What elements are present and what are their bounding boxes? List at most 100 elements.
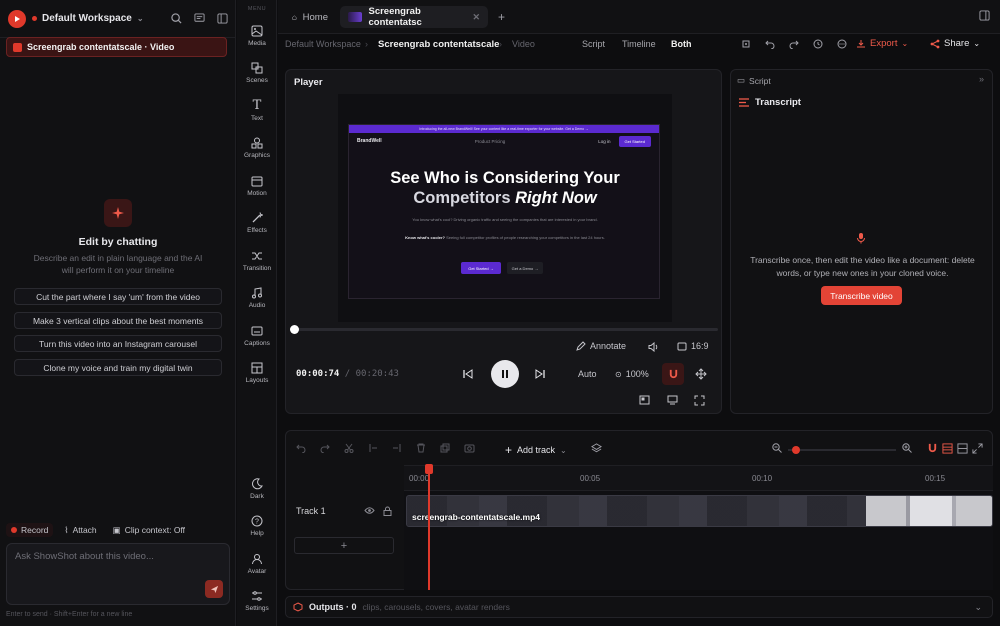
tab-home[interactable]: Home — [284, 6, 336, 28]
share-label: Share — [944, 38, 970, 49]
aspect-ratio-button[interactable]: 16:9 — [677, 341, 709, 351]
tab-current-project[interactable]: Screengrab contentatsc ✕ — [340, 6, 488, 28]
chevron-down-icon[interactable]: ⌄ — [974, 602, 982, 613]
rail-item-transition[interactable]: Transition — [237, 250, 277, 272]
new-tab-plus-icon[interactable]: + — [498, 10, 505, 24]
suggestion-chip[interactable]: Clone my voice and train my digital twin — [14, 359, 222, 376]
pause-button[interactable] — [491, 360, 519, 388]
breadcrumb-workspace[interactable]: Default Workspace — [285, 39, 361, 49]
sidebar-toggle-icon[interactable] — [979, 10, 990, 24]
crop-icon[interactable] — [741, 39, 751, 52]
rail-item-layouts[interactable]: Layouts — [237, 362, 277, 384]
playhead[interactable] — [428, 465, 430, 590]
workspace-switcher[interactable]: Default Workspace ⌄ — [32, 13, 144, 24]
clip-thumbnails-light — [866, 496, 992, 526]
quality-select[interactable]: Auto — [578, 369, 597, 379]
attach-label: Attach — [72, 525, 97, 535]
scrubber-handle[interactable] — [290, 325, 299, 334]
zoom-control[interactable]: ⊙ 100% — [615, 369, 649, 379]
eye-icon[interactable] — [364, 506, 375, 519]
split-right-icon[interactable] — [392, 443, 402, 456]
rail-item-avatar[interactable]: Avatar — [237, 553, 277, 575]
video-preview[interactable]: Introducing the all-new BrandWell! See y… — [338, 94, 672, 322]
trash-icon[interactable] — [416, 443, 426, 456]
mode-both[interactable]: Both — [671, 39, 692, 49]
close-icon[interactable]: ✕ — [472, 12, 480, 23]
undo-icon[interactable] — [765, 39, 775, 52]
layout-picture-icon[interactable] — [639, 395, 650, 405]
chat-input[interactable]: Ask ShowShot about this video... — [6, 543, 230, 605]
suggestion-chip[interactable]: Make 3 vertical clips about the best mom… — [14, 312, 222, 329]
project-title[interactable]: Screengrab contentatscale — [378, 39, 499, 50]
record-button[interactable]: Record — [6, 523, 54, 537]
more-icon[interactable] — [837, 39, 847, 52]
magnet-icon[interactable] — [927, 443, 938, 457]
preview-brand: BrandWell — [357, 138, 382, 144]
attach-button[interactable]: ⌇ Attach — [59, 523, 101, 538]
rail-item-dark[interactable]: Dark — [237, 478, 277, 500]
panel-collapse-icon[interactable] — [217, 13, 228, 24]
preview-nav: BrandWell Product Pricing Log in Get Sta… — [349, 133, 659, 149]
scissors-icon[interactable] — [344, 443, 354, 456]
magnet-snap-button[interactable] — [662, 363, 684, 385]
rail-item-help[interactable]: ? Help — [237, 515, 277, 537]
lock-icon[interactable] — [383, 506, 392, 519]
playback-scrubber[interactable] — [290, 325, 718, 334]
preview-hero-line2: Competitors Right Now — [349, 189, 659, 208]
rows-icon[interactable] — [942, 443, 953, 457]
undo-icon[interactable] — [296, 443, 306, 456]
rail-item-motion[interactable]: Motion — [237, 175, 277, 197]
rail-item-effects[interactable]: Effects — [237, 212, 277, 234]
rail-item-graphics[interactable]: Graphics — [237, 137, 277, 159]
suggestion-chip[interactable]: Cut the part where I say 'um' from the v… — [14, 288, 222, 305]
video-clip[interactable]: screengrab-contentatscale.mp4 — [406, 495, 993, 527]
suggestion-chip[interactable]: Turn this video into an Instagram carous… — [14, 335, 222, 352]
redo-icon[interactable] — [320, 443, 330, 456]
rail-item-text[interactable]: T Text — [237, 99, 277, 122]
timeline-ruler[interactable]: 00:00 00:05 00:10 00:15 — [404, 465, 993, 491]
camera-icon[interactable] — [464, 443, 475, 456]
duplicate-icon[interactable] — [440, 443, 450, 456]
add-track-button[interactable]: + Add track ⌄ — [505, 443, 567, 457]
rail-item-media[interactable]: Media — [237, 25, 277, 47]
image-icon — [251, 25, 263, 37]
share-button[interactable]: Share ⌄ — [930, 38, 980, 49]
transcribe-video-button[interactable]: Transcribe video — [821, 286, 902, 305]
skip-back-icon[interactable] — [462, 368, 474, 380]
expand-icon[interactable] — [972, 443, 983, 457]
collapse-panel-icon[interactable]: » — [979, 74, 984, 84]
zoom-slider[interactable] — [788, 445, 896, 454]
redo-icon[interactable] — [789, 39, 799, 52]
rail-item-settings[interactable]: Settings — [237, 590, 277, 612]
skip-forward-icon[interactable] — [534, 368, 546, 380]
rail-label: Avatar — [247, 568, 267, 575]
mode-script[interactable]: Script — [582, 39, 605, 49]
history-icon[interactable] — [813, 39, 823, 52]
annotate-button[interactable]: Annotate — [576, 341, 626, 351]
timeline-zoom[interactable] — [772, 443, 912, 456]
split-left-icon[interactable] — [368, 443, 378, 456]
track-lane[interactable]: screengrab-contentatscale.mp4 — [404, 491, 993, 590]
rail-item-captions[interactable]: Captions — [237, 325, 277, 347]
split-view-icon[interactable] — [957, 443, 968, 457]
add-track-row-button[interactable]: + — [294, 537, 394, 554]
chat-list-icon[interactable] — [194, 13, 205, 24]
volume-icon[interactable] — [648, 342, 659, 352]
zoom-out-icon[interactable] — [772, 443, 782, 456]
rail-item-scenes[interactable]: Scenes — [237, 62, 277, 84]
send-button[interactable] — [205, 580, 223, 598]
export-button[interactable]: Export ⌄ — [856, 38, 908, 49]
zoom-slider-handle[interactable] — [792, 445, 800, 454]
search-icon[interactable] — [171, 13, 182, 24]
preview-nav-cta: Get Started — [618, 135, 651, 147]
mode-timeline[interactable]: Timeline — [622, 39, 656, 49]
fullscreen-icon[interactable] — [694, 395, 705, 406]
rail-item-audio[interactable]: Audio — [237, 287, 277, 309]
outputs-bar[interactable]: Outputs · 0 clips, carousels, covers, av… — [285, 596, 993, 618]
active-chat-item[interactable]: Screengrab contentatscale · Video — [6, 37, 227, 57]
layers-icon[interactable] — [591, 443, 602, 457]
zoom-in-icon[interactable] — [902, 443, 912, 456]
move-icon[interactable] — [695, 368, 707, 380]
monitor-icon[interactable] — [667, 395, 678, 405]
clip-context-toggle[interactable]: ▣ Clip context: Off — [108, 523, 190, 538]
